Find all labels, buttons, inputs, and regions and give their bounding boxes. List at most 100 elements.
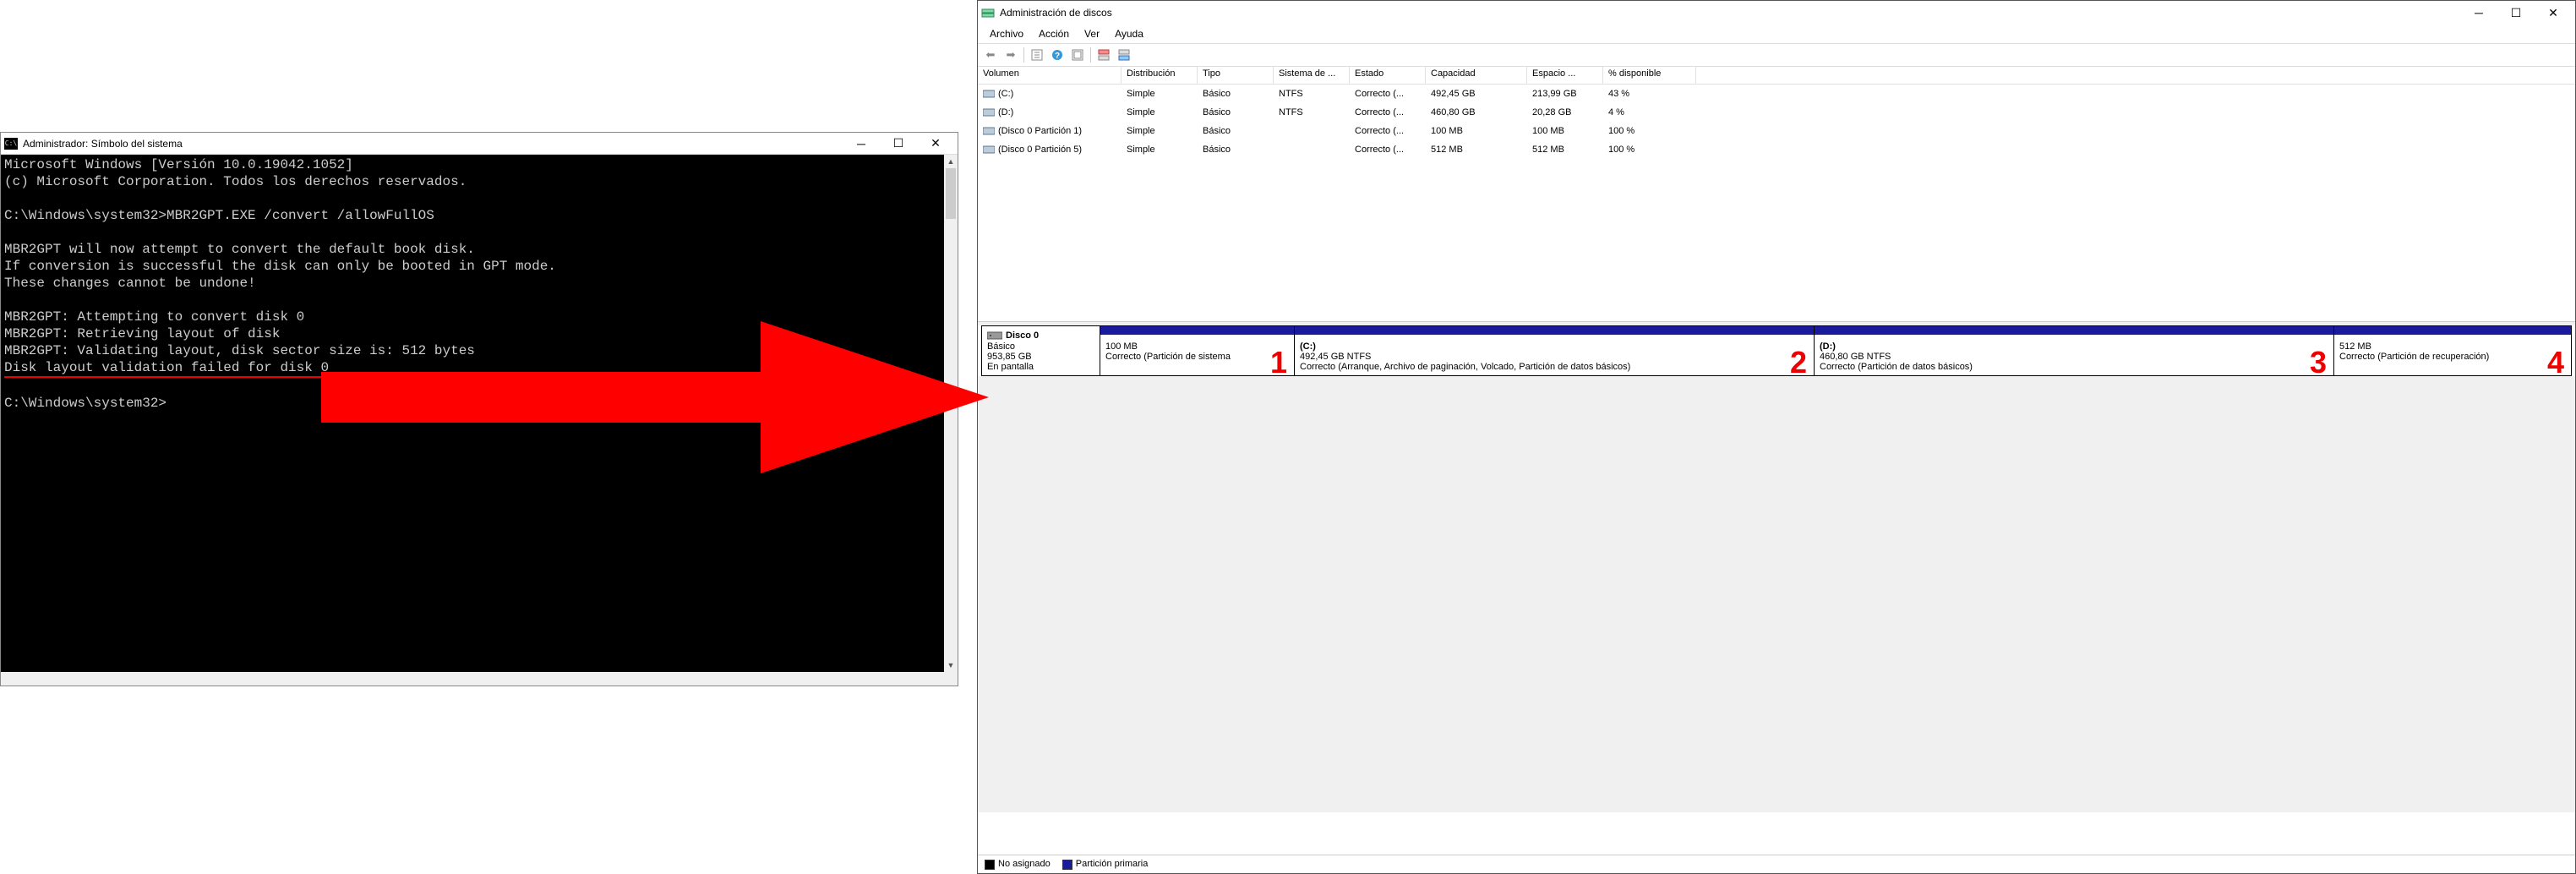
forward-button[interactable]: ➡ [1001,46,1020,64]
cell-distribution: Simple [1122,126,1198,136]
partition-status: Correcto (Arranque, Archivo de paginació… [1300,362,1630,372]
col-header-free[interactable]: Espacio ... [1527,67,1603,84]
cell-distribution: Simple [1122,107,1198,117]
view-bottom-button[interactable] [1115,46,1133,64]
partition-color-bar [1100,326,1294,335]
refresh-button[interactable] [1068,46,1087,64]
minimize-button[interactable]: ─ [2460,3,2497,23]
disk-0-label[interactable]: Disco 0 Básico 953,85 GB En pantalla [982,326,1100,375]
volume-row[interactable]: (Disco 0 Partición 5)SimpleBásicoCorrect… [978,140,2575,159]
partition-3[interactable]: (D:)460,80 GB NTFSCorrecto (Partición de… [1815,326,2334,375]
dm-toolbar: ⬅ ➡ ? [978,43,2575,67]
col-header-percent[interactable]: % disponible [1603,67,1696,84]
cell-capacity: 100 MB [1426,126,1527,136]
cmd-error-line: Disk layout validation failed for disk 0 [4,359,329,378]
scroll-down-icon[interactable]: ▼ [944,658,958,672]
volume-row[interactable]: (D:)SimpleBásicoNTFSCorrecto (...460,80 … [978,103,2575,122]
cell-free: 100 MB [1527,126,1603,136]
partition-4[interactable]: 512 MBCorrecto (Partición de recuperació… [2334,326,2571,375]
menu-ayuda[interactable]: Ayuda [1108,26,1150,41]
close-button[interactable]: ✕ [917,134,954,154]
cell-free: 213,99 GB [1527,89,1603,99]
view-top-button[interactable] [1094,46,1113,64]
volume-icon [983,126,995,136]
annotation-number: 1 [1270,345,1287,380]
col-header-capacity[interactable]: Capacidad [1426,67,1527,84]
cell-status: Correcto (... [1350,89,1426,99]
partition-status: Correcto (Partición de recuperación) [2339,352,2489,362]
partition-2[interactable]: (C:)492,45 GB NTFSCorrecto (Arranque, Ar… [1295,326,1815,375]
col-header-status[interactable]: Estado [1350,67,1426,84]
menu-ver[interactable]: Ver [1078,26,1106,41]
cell-type: Básico [1198,107,1274,117]
col-header-filesystem[interactable]: Sistema de ... [1274,67,1350,84]
cell-capacity: 492,45 GB [1426,89,1527,99]
partition-title: (C:) [1300,341,1316,352]
volume-list: Volumen Distribución Tipo Sistema de ...… [978,67,2575,322]
partition-size: 512 MB [2339,341,2371,352]
volume-row[interactable]: (C:)SimpleBásicoNTFSCorrecto (...492,45 … [978,85,2575,103]
maximize-button[interactable]: ☐ [2497,3,2535,23]
cmd-icon: C:\ [4,138,18,150]
partition-color-bar [1815,326,2333,335]
help-button[interactable]: ? [1048,46,1067,64]
cell-percent: 100 % [1603,145,1696,155]
cell-percent: 100 % [1603,126,1696,136]
scroll-thumb[interactable] [946,168,956,219]
volume-name: (D:) [998,107,1013,117]
volume-list-header: Volumen Distribución Tipo Sistema de ...… [978,67,2575,85]
legend: No asignado Partición primaria [978,855,2575,873]
partition-size: 100 MB [1105,341,1138,352]
partition-status: Correcto (Partición de datos básicos) [1820,362,1973,372]
svg-text:?: ? [1055,52,1060,61]
cell-status: Correcto (... [1350,145,1426,155]
volume-row[interactable]: (Disco 0 Partición 1)SimpleBásicoCorrect… [978,122,2575,140]
volume-icon [983,89,995,99]
legend-unallocated: No asignado [985,859,1051,869]
disk-0-row[interactable]: Disco 0 Básico 953,85 GB En pantalla 100… [981,325,2572,376]
partition-title: (D:) [1820,341,1836,352]
properties-button[interactable] [1028,46,1046,64]
cmd-horizontal-scrollbar[interactable] [1,672,958,686]
partition-size: 460,80 GB NTFS [1820,352,1891,362]
cmd-line: MBR2GPT will now attempt to convert the … [4,242,475,257]
disk-management-icon [981,6,995,19]
disk-management-window: Administración de discos ─ ☐ ✕ Archivo A… [977,0,2576,874]
menu-archivo[interactable]: Archivo [983,26,1030,41]
cell-capacity: 512 MB [1426,145,1527,155]
volume-name: (Disco 0 Partición 5) [998,145,1082,155]
disk-graphical-view: Disco 0 Básico 953,85 GB En pantalla 100… [978,322,2575,812]
legend-box-unallocated [985,860,995,870]
partition-color-bar [2334,326,2571,335]
disk-0-partitions: 100 MBCorrecto (Partición de sistema1(C:… [1100,326,2571,375]
legend-box-primary [1062,860,1072,870]
col-header-distribution[interactable]: Distribución [1122,67,1198,84]
back-button[interactable]: ⬅ [981,46,1000,64]
cell-status: Correcto (... [1350,107,1426,117]
col-header-type[interactable]: Tipo [1198,67,1274,84]
cell-status: Correcto (... [1350,126,1426,136]
dm-titlebar[interactable]: Administración de discos ─ ☐ ✕ [978,1,2575,25]
cmd-titlebar[interactable]: C:\ Administrador: Símbolo del sistema ─… [1,133,958,155]
cell-percent: 43 % [1603,89,1696,99]
cell-percent: 4 % [1603,107,1696,117]
volume-icon [983,145,995,155]
minimize-button[interactable]: ─ [843,134,880,154]
maximize-button[interactable]: ☐ [880,134,917,154]
close-button[interactable]: ✕ [2535,3,2572,23]
partition-1[interactable]: 100 MBCorrecto (Partición de sistema1 [1100,326,1295,375]
annotation-arrow [321,321,997,473]
cmd-prompt: C:\Windows\system32> [4,396,166,411]
col-header-volume[interactable]: Volumen [978,67,1122,84]
annotation-number: 3 [2310,345,2327,380]
menu-accion[interactable]: Acción [1032,26,1076,41]
volume-icon [983,107,995,117]
partition-status: Correcto (Partición de sistema [1105,352,1231,362]
cell-type: Básico [1198,126,1274,136]
partition-size: 492,45 GB NTFS [1300,352,1371,362]
scroll-up-icon[interactable]: ▲ [944,155,958,168]
dm-title: Administración de discos [1000,7,2460,19]
cell-free: 20,28 GB [1527,107,1603,117]
cmd-line: MBR2GPT: Retrieving layout of disk [4,326,280,341]
cell-free: 512 MB [1527,145,1603,155]
